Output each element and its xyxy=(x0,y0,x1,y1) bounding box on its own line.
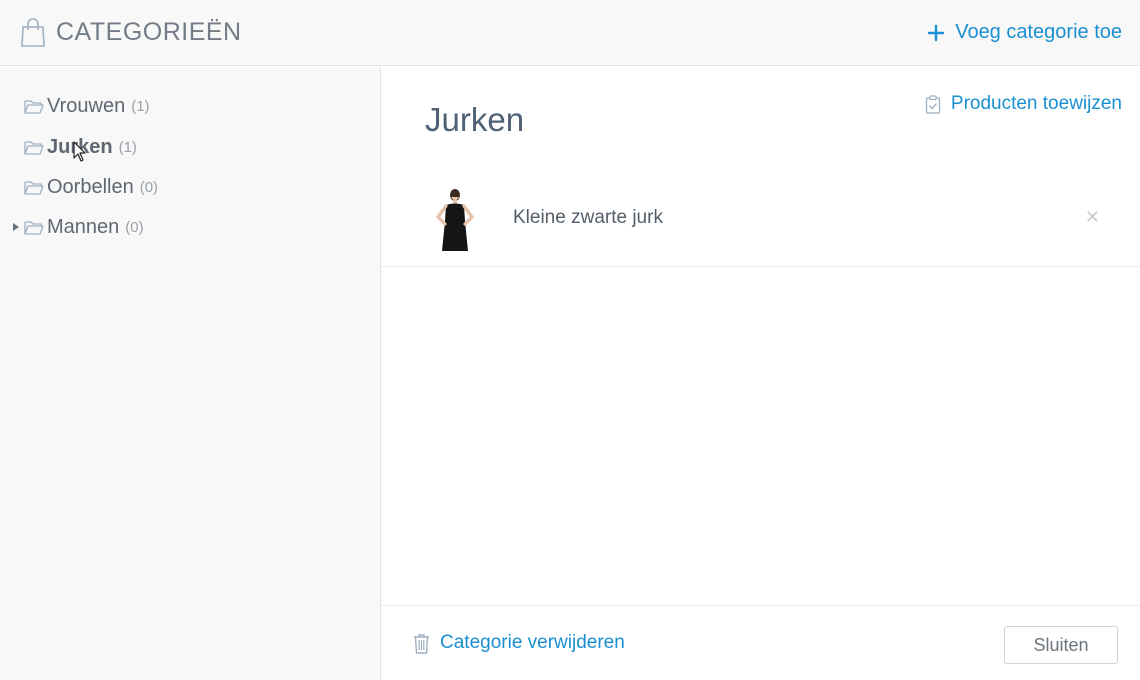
tree-item-label: Vrouwen xyxy=(47,94,126,117)
product-thumbnail xyxy=(427,187,483,253)
header-title-group: CATEGORIEËN xyxy=(20,17,242,48)
mouse-cursor-icon xyxy=(73,141,87,163)
tree-caret-spacer xyxy=(10,141,22,153)
header: CATEGORIEËN Voeg categorie toe xyxy=(0,0,1140,66)
close-icon[interactable]: ✕ xyxy=(1085,207,1100,228)
tree-item-count: (0) xyxy=(125,218,144,236)
folder-open-icon xyxy=(24,179,44,195)
category-tree: Vrouwen (1) Jurken (1) Oorbellen (0) Man… xyxy=(0,67,381,680)
categories-dialog: CATEGORIEËN Voeg categorie toe Vrouwen (… xyxy=(0,0,1140,680)
tree-item-count: (1) xyxy=(131,97,150,115)
tree-item-count: (0) xyxy=(139,178,159,196)
folder-open-icon xyxy=(24,139,44,155)
shopping-bag-icon xyxy=(20,17,46,48)
assign-products-button[interactable]: Producten toewijzen xyxy=(925,93,1122,115)
expand-caret-icon[interactable] xyxy=(10,221,22,233)
trash-icon xyxy=(413,633,430,654)
close-button[interactable]: Sluiten xyxy=(1004,626,1118,664)
tree-caret-spacer xyxy=(10,181,22,193)
clipboard-check-icon xyxy=(925,94,941,114)
folder-open-icon xyxy=(24,219,44,235)
add-category-button[interactable]: Voeg categorie toe xyxy=(927,21,1122,44)
folder-open-icon xyxy=(24,98,44,114)
tree-item-mannen[interactable]: Mannen (0) xyxy=(10,215,144,239)
add-category-label: Voeg categorie toe xyxy=(955,21,1122,43)
dialog-footer: Categorie verwijderen Sluiten xyxy=(381,605,1140,680)
product-name: Kleine zwarte jurk xyxy=(513,207,663,228)
category-title: Jurken xyxy=(425,101,525,138)
assign-products-label: Producten toewijzen xyxy=(950,93,1122,114)
delete-category-label: Categorie verwijderen xyxy=(440,632,625,653)
tree-item-label: Mannen xyxy=(47,215,120,238)
tree-item-vrouwen[interactable]: Vrouwen (1) xyxy=(10,94,150,118)
tree-item-label: Oorbellen xyxy=(47,175,134,198)
plus-icon xyxy=(927,24,945,42)
product-row[interactable]: Kleine zwarte jurk ✕ xyxy=(381,177,1140,267)
tree-item-count: (1) xyxy=(118,138,137,156)
category-detail: Jurken Producten toewijzen Kleine zwarte… xyxy=(381,67,1140,680)
tree-caret-spacer xyxy=(10,100,22,112)
tree-item-oorbellen[interactable]: Oorbellen (0) xyxy=(10,175,158,199)
page-title: CATEGORIEËN xyxy=(56,18,242,46)
delete-category-button[interactable]: Categorie verwijderen xyxy=(413,632,625,654)
